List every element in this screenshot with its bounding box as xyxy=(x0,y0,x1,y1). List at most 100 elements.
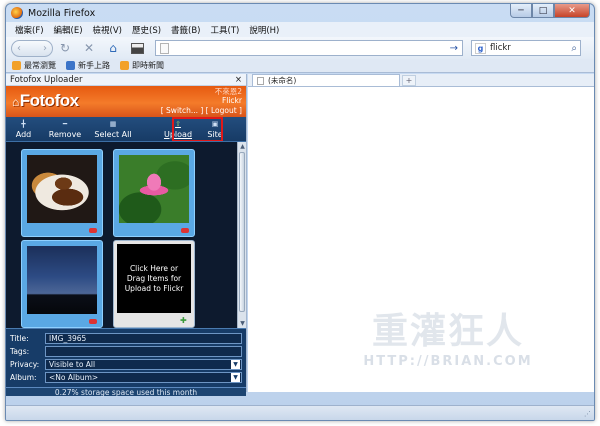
menu-help[interactable]: 說明(H) xyxy=(244,24,284,36)
menu-history[interactable]: 歷史(S) xyxy=(127,24,166,36)
photo-thumbnail[interactable] xyxy=(113,149,195,237)
tags-row: Tags: xyxy=(10,345,242,358)
album-select[interactable]: <No Album> ▼ xyxy=(45,371,242,383)
title-label: Title: xyxy=(10,333,29,343)
drop-icon: ✚ xyxy=(180,316,187,325)
privacy-row: Privacy: Visible to All ▼ xyxy=(10,358,242,371)
title-field[interactable]: IMG_3965 xyxy=(45,332,242,344)
bookmarks-toolbar: 最常瀏覽 新手上路 即時新聞 xyxy=(6,59,594,73)
status-indicator xyxy=(181,228,189,233)
menu-view[interactable]: 檢視(V) xyxy=(88,24,127,36)
photo-details-form: Title: IMG_3965 Tags: Privacy: Visible t… xyxy=(6,328,246,387)
page-icon xyxy=(257,76,264,85)
search-bar[interactable]: g flickr ⌕ xyxy=(471,40,581,56)
go-icon[interactable]: → xyxy=(450,43,458,54)
star-icon xyxy=(12,61,21,70)
photo-image xyxy=(119,155,189,223)
drop-zone[interactable]: Click Here or Drag Items for Upload to F… xyxy=(113,240,195,328)
scroll-thumb[interactable] xyxy=(239,152,245,312)
window-controls: ─ □ ✕ xyxy=(510,4,590,18)
privacy-select[interactable]: Visible to All ▼ xyxy=(45,358,242,370)
title-bar: Mozilla Firefox ─ □ ✕ xyxy=(6,4,594,22)
bookmark-label: 最常瀏覽 xyxy=(24,61,56,70)
fotofox-banner: ⌂Fotofox 不來恩2 Flickr [ Switch... ] [ Log… xyxy=(6,86,246,117)
navigation-toolbar: ‹ › ↻ ✕ ⌂ → g flickr ⌕ xyxy=(6,37,594,59)
menu-bar: 檔案(F) 編輯(E) 檢視(V) 歷史(S) 書籤(B) 工具(T) 說明(H… xyxy=(6,22,594,37)
menu-edit[interactable]: 編輯(E) xyxy=(49,24,88,36)
photo-icon[interactable] xyxy=(125,40,149,57)
scroll-up-icon[interactable]: ▲ xyxy=(238,142,247,151)
chevron-down-icon[interactable]: ▼ xyxy=(231,359,240,369)
account-links[interactable]: [ Switch... ] [ Logout ] xyxy=(161,106,242,115)
tags-field[interactable] xyxy=(45,345,242,357)
add-button[interactable]: ╋ Add xyxy=(10,117,37,141)
firefox-page-icon xyxy=(66,61,75,70)
minimize-button[interactable]: ─ xyxy=(510,4,532,18)
tab-bar: (未命名) + xyxy=(248,74,594,87)
google-icon[interactable]: g xyxy=(475,42,486,54)
chevron-down-icon[interactable]: ▼ xyxy=(231,372,240,382)
title-row: Title: IMG_3965 xyxy=(10,332,242,345)
tags-label: Tags: xyxy=(10,346,30,356)
url-bar[interactable]: → xyxy=(155,40,463,56)
menu-file[interactable]: 檔案(F) xyxy=(10,24,49,36)
menu-tools[interactable]: 工具(T) xyxy=(206,24,245,36)
status-indicator xyxy=(89,228,97,233)
back-icon[interactable]: ‹ xyxy=(17,43,21,54)
privacy-label: Privacy: xyxy=(10,359,40,369)
fotofox-logo: ⌂Fotofox xyxy=(12,91,79,110)
home-logo-icon: ⌂ xyxy=(12,95,19,109)
bookmark-latest-news[interactable]: 即時新聞 xyxy=(120,60,164,71)
drop-zone-text: Click Here or Drag Items for Upload to F… xyxy=(117,244,191,313)
remove-button[interactable]: ━ Remove xyxy=(49,117,81,141)
bookmark-label: 新手上路 xyxy=(78,61,110,70)
home-icon[interactable]: ⌂ xyxy=(101,40,125,57)
close-button[interactable]: ✕ xyxy=(554,4,590,18)
bookmark-most-visited[interactable]: 最常瀏覽 xyxy=(12,60,56,71)
photo-thumbnail[interactable] xyxy=(21,149,103,237)
photo-image xyxy=(27,246,97,314)
resize-grip-icon[interactable]: ⋰ xyxy=(584,410,592,418)
sidebar-title: Fotofox Uploader xyxy=(10,74,83,85)
new-tab-button[interactable]: + xyxy=(402,75,416,86)
page-icon xyxy=(160,42,169,54)
storage-usage: 0.27% storage space used this month xyxy=(6,387,246,397)
maximize-button[interactable]: □ xyxy=(532,4,554,18)
bookmark-getting-started[interactable]: 新手上路 xyxy=(66,60,110,71)
account-name: 不來恩2 xyxy=(214,87,242,96)
watermark-url: HTTP://BRIAN.COM xyxy=(363,354,533,369)
photo-image xyxy=(27,155,97,223)
select-all-button[interactable]: ▦ Select All xyxy=(93,117,133,141)
reload-icon[interactable]: ↻ xyxy=(53,40,77,57)
account-info: 不來恩2 Flickr xyxy=(215,87,242,105)
photo-thumbnail[interactable] xyxy=(21,240,103,328)
minus-icon: ━ xyxy=(62,120,68,128)
status-bar: ⋰ xyxy=(6,405,594,420)
album-label: Album: xyxy=(10,372,37,382)
bookmark-label: 即時新聞 xyxy=(132,61,164,70)
watermark: 重灌狂人 HTTP://BRIAN.COM xyxy=(338,302,558,369)
status-indicator xyxy=(89,319,97,324)
stop-icon[interactable]: ✕ xyxy=(77,40,101,57)
sidebar: Fotofox Uploader × ⌂Fotofox 不來恩2 Flickr … xyxy=(6,74,247,397)
vertical-scrollbar[interactable]: ▲ ▼ xyxy=(237,142,246,328)
menu-bookmarks[interactable]: 書籤(B) xyxy=(166,24,205,36)
tab-untitled[interactable]: (未命名) xyxy=(252,74,400,86)
search-input[interactable]: flickr xyxy=(490,43,571,53)
tab-label: (未命名) xyxy=(268,76,297,85)
forward-icon[interactable]: › xyxy=(43,43,47,54)
rss-icon xyxy=(120,61,129,70)
search-icon[interactable]: ⌕ xyxy=(571,43,577,54)
upload-highlight-box xyxy=(172,117,223,142)
scroll-down-icon[interactable]: ▼ xyxy=(238,319,247,328)
firefox-icon xyxy=(11,7,23,19)
album-row: Album: <No Album> ▼ xyxy=(10,371,242,384)
plus-icon: ╋ xyxy=(21,120,26,128)
window-title: Mozilla Firefox xyxy=(28,7,96,19)
grid-icon: ▦ xyxy=(109,120,117,128)
uploader-toolbar: ╋ Add ━ Remove ▦ Select All ⇧ Upload ▣ S… xyxy=(6,117,246,142)
back-forward-group: ‹ › xyxy=(11,39,53,57)
account-service: Flickr xyxy=(221,96,242,105)
photo-grid: Click Here or Drag Items for Upload to F… xyxy=(6,141,246,328)
sidebar-close-icon[interactable]: × xyxy=(235,75,242,85)
